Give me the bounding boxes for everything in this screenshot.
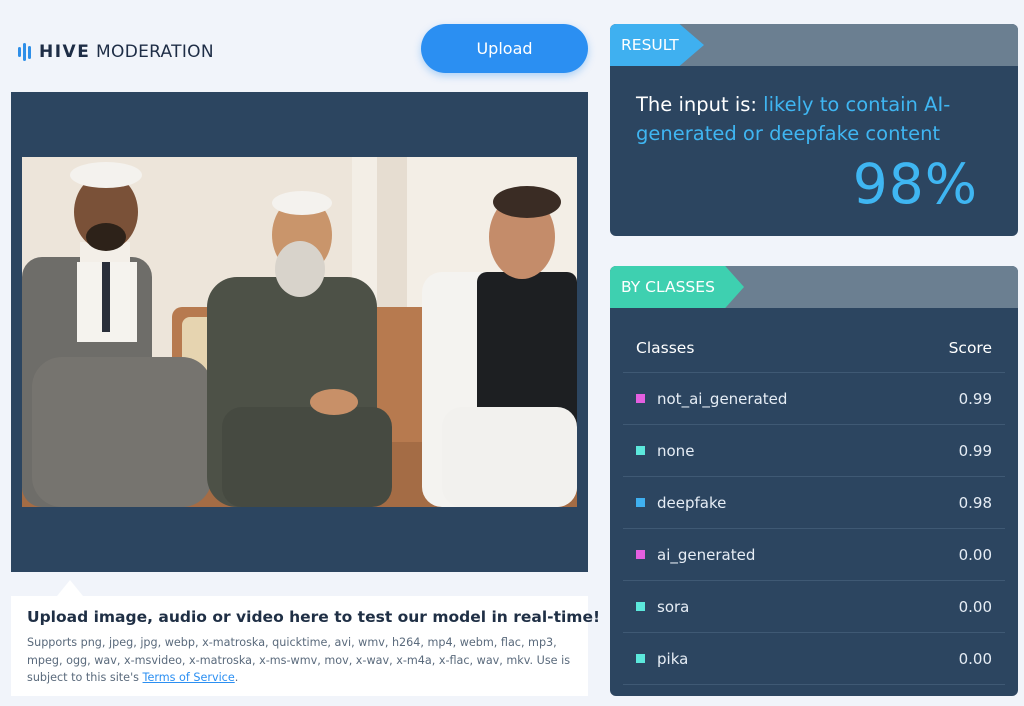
class-score: 0.99 bbox=[958, 389, 992, 408]
column-score: Score bbox=[948, 339, 992, 357]
class-row: deepfake 0.98 bbox=[623, 477, 1005, 529]
supported-formats-text: Supports png, jpeg, jpg, webp, x-matrosk… bbox=[27, 636, 571, 684]
class-score: 0.00 bbox=[958, 545, 992, 564]
class-name: none bbox=[657, 441, 695, 460]
class-row: not_ai_generated 0.99 bbox=[623, 373, 1005, 425]
class-swatch bbox=[636, 394, 645, 403]
result-header: RESULT bbox=[610, 24, 1018, 66]
class-row: pika 0.00 bbox=[623, 633, 1005, 685]
result-percent: 98% bbox=[852, 152, 978, 216]
upload-info-card: Upload image, audio or video here to tes… bbox=[11, 580, 600, 696]
classes-header: BY CLASSES bbox=[610, 266, 1018, 308]
class-swatch bbox=[636, 498, 645, 507]
class-swatch bbox=[636, 654, 645, 663]
class-row: sora 0.00 bbox=[623, 581, 1005, 633]
result-verdict: The input is: likely to contain AI-gener… bbox=[636, 93, 951, 145]
column-classes: Classes bbox=[636, 339, 695, 357]
class-name: not_ai_generated bbox=[657, 389, 788, 408]
class-score: 0.98 bbox=[958, 493, 992, 512]
terms-of-service-link[interactable]: Terms of Service bbox=[143, 671, 235, 684]
result-panel: RESULT The input is: likely to contain A… bbox=[610, 24, 1018, 236]
classes-panel: BY CLASSES Classes Score not_ai_generate… bbox=[610, 266, 1018, 696]
info-card-pointer bbox=[57, 580, 83, 596]
class-name: ai_generated bbox=[657, 545, 756, 564]
class-swatch bbox=[636, 602, 645, 611]
upload-button[interactable]: Upload bbox=[421, 24, 588, 73]
media-preview-panel[interactable] bbox=[11, 92, 588, 572]
classes-tag: BY CLASSES bbox=[610, 266, 744, 308]
hive-logo: HIVE MODERATION bbox=[18, 42, 214, 62]
class-name: pika bbox=[657, 649, 689, 668]
result-tag: RESULT bbox=[610, 24, 704, 66]
class-score: 0.00 bbox=[958, 597, 992, 616]
class-score: 0.00 bbox=[958, 649, 992, 668]
class-row: none 0.99 bbox=[623, 425, 1005, 477]
class-score: 0.99 bbox=[958, 441, 992, 460]
brand-name: HIVE MODERATION bbox=[39, 42, 214, 62]
class-row: ai_generated 0.00 bbox=[623, 529, 1005, 581]
upload-instructions-title: Upload image, audio or video here to tes… bbox=[27, 608, 601, 626]
classes-table: Classes Score not_ai_generated 0.99 none… bbox=[623, 324, 1005, 685]
uploaded-image bbox=[22, 157, 577, 507]
hive-bars-icon bbox=[18, 42, 31, 62]
class-swatch bbox=[636, 446, 645, 455]
class-name: deepfake bbox=[657, 493, 727, 512]
class-swatch bbox=[636, 550, 645, 559]
classes-table-header: Classes Score bbox=[623, 324, 1005, 373]
class-name: sora bbox=[657, 597, 690, 616]
